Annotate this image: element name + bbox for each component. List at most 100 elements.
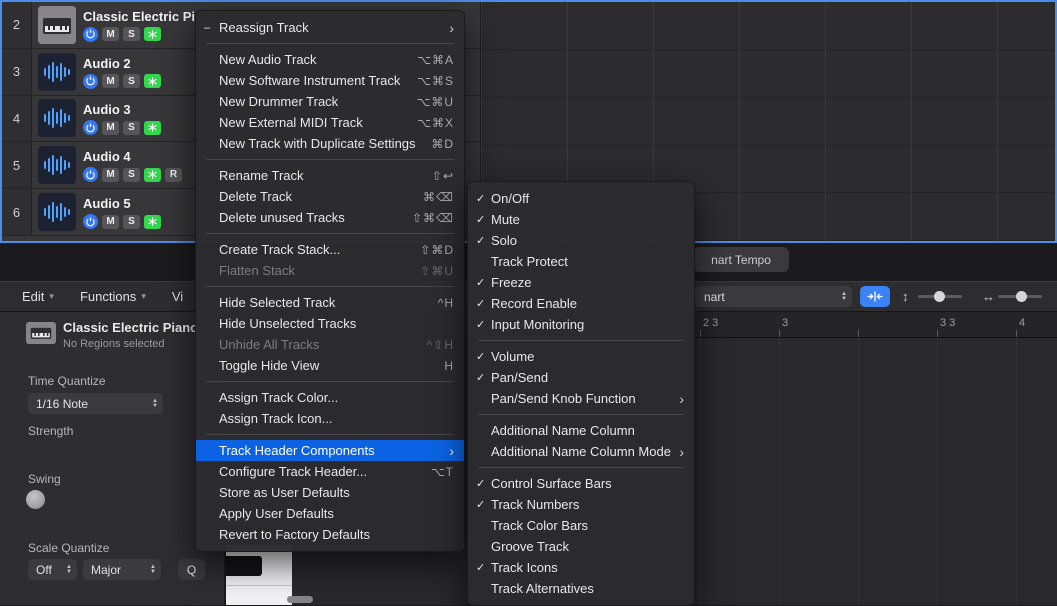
power-button[interactable] bbox=[83, 74, 98, 89]
menu-item-mute[interactable]: ✓Mute bbox=[468, 209, 694, 230]
time-quantize-label: Time Quantize bbox=[28, 374, 106, 388]
record-button[interactable]: R bbox=[165, 168, 182, 182]
checkmark-icon: ✓ bbox=[476, 350, 491, 363]
menu-item-additional-name-column-mode[interactable]: Additional Name Column Mode› bbox=[468, 441, 694, 462]
menu-separator bbox=[206, 233, 454, 234]
ruler-label: 3 bbox=[782, 317, 788, 329]
menu-item-assign-track-icon[interactable]: Assign Track Icon... bbox=[196, 408, 464, 429]
menu-item-freeze[interactable]: ✓Freeze bbox=[468, 272, 694, 293]
menu-item-label: Hide Selected Track bbox=[219, 295, 438, 310]
track-number[interactable]: 3 bbox=[2, 49, 32, 95]
vertical-zoom-knob[interactable] bbox=[934, 291, 945, 302]
menu-item-apply-user-defaults[interactable]: Apply User Defaults bbox=[196, 503, 464, 524]
solo-button[interactable]: S bbox=[123, 121, 140, 135]
menu-item-store-as-user-defaults[interactable]: Store as User Defaults bbox=[196, 482, 464, 503]
menu-item-label: Create Track Stack... bbox=[219, 242, 420, 257]
catch-playhead-button[interactable] bbox=[860, 286, 890, 307]
track-number[interactable]: 4 bbox=[2, 96, 32, 142]
view-menu[interactable]: Vi bbox=[172, 289, 183, 304]
menu-item-create-track-stack[interactable]: Create Track Stack...⇧⌘D bbox=[196, 239, 464, 260]
menu-item-track-header-components[interactable]: Track Header Components› bbox=[196, 440, 464, 461]
menu-item-reassign-track[interactable]: –Reassign Track› bbox=[196, 17, 464, 38]
swing-knob[interactable] bbox=[26, 490, 45, 509]
power-button[interactable] bbox=[83, 27, 98, 42]
mute-button[interactable]: M bbox=[102, 215, 119, 229]
ruler-tick bbox=[858, 330, 859, 337]
freeze-button[interactable] bbox=[144, 74, 161, 88]
mute-button[interactable]: M bbox=[102, 168, 119, 182]
menu-item-label: Assign Track Icon... bbox=[219, 411, 454, 426]
menu-item-pan-send-knob-function[interactable]: Pan/Send Knob Function› bbox=[468, 388, 694, 409]
power-button[interactable] bbox=[83, 214, 98, 229]
mute-button[interactable]: M bbox=[102, 74, 119, 88]
menu-item-additional-name-column[interactable]: Additional Name Column bbox=[468, 420, 694, 441]
menu-item-control-surface-bars[interactable]: ✓Control Surface Bars bbox=[468, 473, 694, 494]
freeze-button[interactable] bbox=[144, 168, 161, 182]
menu-item-rename-track[interactable]: Rename Track⇧↩ bbox=[196, 165, 464, 186]
menu-item-new-software-instrument-track[interactable]: New Software Instrument Track⌥⌘S bbox=[196, 70, 464, 91]
menu-item-track-color-bars[interactable]: Track Color Bars bbox=[468, 515, 694, 536]
scrollbar-handle[interactable] bbox=[287, 596, 313, 603]
menu-item-delete-unused-tracks[interactable]: Delete unused Tracks⇧⌘⌫ bbox=[196, 207, 464, 228]
menu-item-track-alternatives[interactable]: Track Alternatives bbox=[468, 578, 694, 599]
freeze-button[interactable] bbox=[144, 121, 161, 135]
menu-item-hide-unselected-tracks[interactable]: Hide Unselected Tracks bbox=[196, 313, 464, 334]
black-key[interactable] bbox=[226, 556, 262, 576]
menu-item-volume[interactable]: ✓Volume bbox=[468, 346, 694, 367]
piano-keyboard[interactable] bbox=[226, 545, 292, 605]
mixed-state-icon: – bbox=[204, 22, 219, 34]
mute-button[interactable]: M bbox=[102, 27, 119, 41]
scale-key-select[interactable]: Off ▲▼ bbox=[28, 559, 77, 580]
menu-item-configure-track-header[interactable]: Configure Track Header...⌥T bbox=[196, 461, 464, 482]
solo-button[interactable]: S bbox=[123, 168, 140, 182]
menu-item-revert-to-factory-defaults[interactable]: Revert to Factory Defaults bbox=[196, 524, 464, 545]
power-button[interactable] bbox=[83, 120, 98, 135]
solo-button[interactable]: S bbox=[123, 74, 140, 88]
menu-item-label: Assign Track Color... bbox=[219, 390, 454, 405]
menu-item-record-enable[interactable]: ✓Record Enable bbox=[468, 293, 694, 314]
functions-menu-label: Functions bbox=[80, 289, 136, 304]
menu-item-solo[interactable]: ✓Solo bbox=[468, 230, 694, 251]
checkmark-icon: ✓ bbox=[476, 192, 491, 205]
menu-item-assign-track-color[interactable]: Assign Track Color... bbox=[196, 387, 464, 408]
menu-item-input-monitoring[interactable]: ✓Input Monitoring bbox=[468, 314, 694, 335]
menu-item-hide-selected-track[interactable]: Hide Selected Track^H bbox=[196, 292, 464, 313]
track-number[interactable]: 6 bbox=[2, 189, 32, 235]
functions-menu[interactable]: Functions▾ bbox=[80, 289, 146, 304]
menu-item-new-track-with-duplicate-settings[interactable]: New Track with Duplicate Settings⌘D bbox=[196, 133, 464, 154]
freeze-button[interactable] bbox=[144, 215, 161, 229]
menu-item-label: New Drummer Track bbox=[219, 94, 417, 109]
tempo-mode-select[interactable]: nart ▲▼ bbox=[695, 286, 852, 307]
menu-item-new-audio-track[interactable]: New Audio Track⌥⌘A bbox=[196, 49, 464, 70]
menu-item-delete-track[interactable]: Delete Track⌘⌫ bbox=[196, 186, 464, 207]
menu-item-groove-track[interactable]: Groove Track bbox=[468, 536, 694, 557]
menu-item-track-protect[interactable]: Track Protect bbox=[468, 251, 694, 272]
edit-menu[interactable]: Edit▾ bbox=[22, 289, 54, 304]
shortcut-label: ⌥⌘U bbox=[417, 95, 455, 109]
menu-item-label: Delete Track bbox=[219, 189, 423, 204]
quantize-button[interactable]: Q bbox=[178, 559, 205, 580]
scale-mode-select[interactable]: Major ▲▼ bbox=[83, 559, 161, 580]
track-number[interactable]: 2 bbox=[2, 2, 32, 48]
menu-item-pan-send[interactable]: ✓Pan/Send bbox=[468, 367, 694, 388]
menu-item-new-external-midi-track[interactable]: New External MIDI Track⌥⌘X bbox=[196, 112, 464, 133]
solo-button[interactable]: S bbox=[123, 215, 140, 229]
mute-button[interactable]: M bbox=[102, 121, 119, 135]
horizontal-zoom-knob[interactable] bbox=[1016, 291, 1027, 302]
time-quantize-select[interactable]: 1/16 Note ▲▼ bbox=[28, 393, 163, 414]
beat-gridline bbox=[700, 338, 701, 605]
menu-item-toggle-hide-view[interactable]: Toggle Hide ViewH bbox=[196, 355, 464, 376]
menu-item-track-icons[interactable]: ✓Track Icons bbox=[468, 557, 694, 578]
beat-gridline bbox=[779, 338, 780, 605]
power-button[interactable] bbox=[83, 167, 98, 182]
solo-button[interactable]: S bbox=[123, 27, 140, 41]
menu-separator bbox=[478, 414, 684, 415]
smart-tempo-tab[interactable]: nart Tempo bbox=[693, 247, 789, 272]
menu-item-new-drummer-track[interactable]: New Drummer Track⌥⌘U bbox=[196, 91, 464, 112]
menu-item-track-numbers[interactable]: ✓Track Numbers bbox=[468, 494, 694, 515]
freeze-button[interactable] bbox=[144, 27, 161, 41]
menu-item-label: Groove Track bbox=[491, 539, 684, 554]
menu-item-on-off[interactable]: ✓On/Off bbox=[468, 188, 694, 209]
track-number[interactable]: 5 bbox=[2, 142, 32, 188]
checkmark-icon: ✓ bbox=[476, 498, 491, 511]
